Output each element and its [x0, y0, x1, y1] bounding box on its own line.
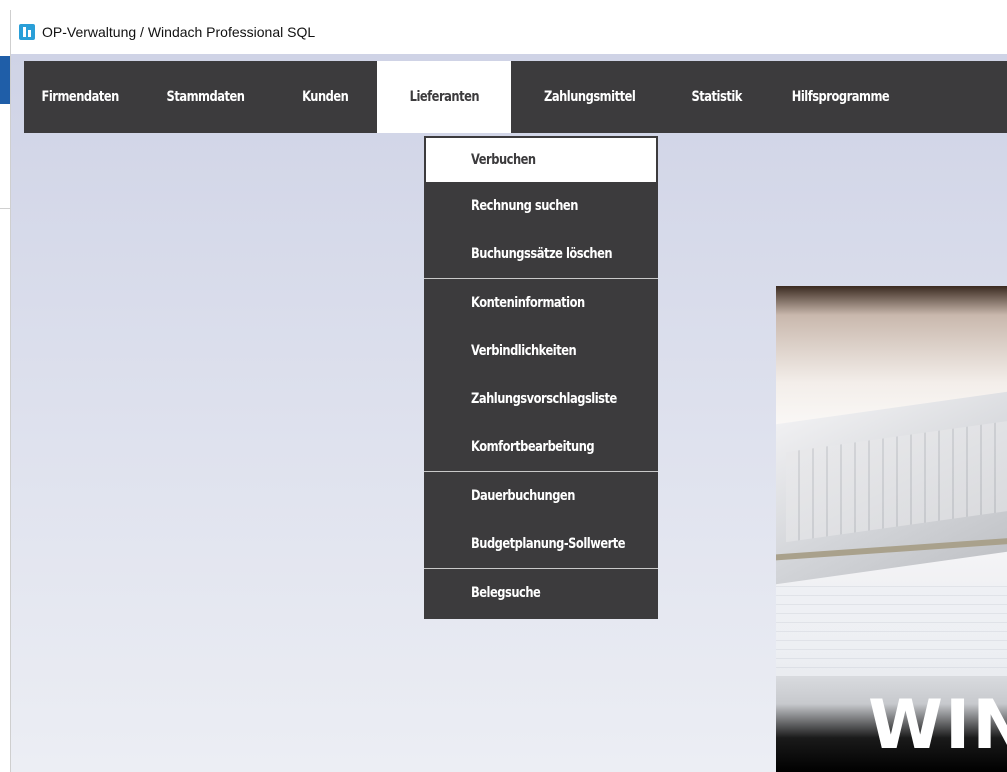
dropdown-item-rechnung-suchen[interactable]: Rechnung suchen [424, 182, 658, 230]
product-banner-image: WIN [776, 286, 1007, 772]
menu-stammdaten[interactable]: Stammdaten [137, 61, 274, 133]
app-icon [19, 24, 35, 40]
dropdown-item-buchungssaetze-loeschen[interactable]: Buchungssätze löschen [424, 230, 658, 278]
menu-zahlungsmittel[interactable]: Zahlungsmittel [511, 61, 669, 133]
background-window-divider [0, 208, 10, 209]
client-area: Firmendaten Stammdaten Kunden Lieferante… [11, 54, 1007, 772]
dropdown-item-budgetplanung-sollwerte[interactable]: Budgetplanung-Sollwerte [424, 520, 658, 568]
dropdown-item-zahlungsvorschlagsliste[interactable]: Zahlungsvorschlagsliste [424, 375, 658, 423]
background-window-edge [0, 0, 10, 772]
menu-firmendaten[interactable]: Firmendaten [24, 61, 137, 133]
title-bar: OP-Verwaltung / Windach Professional SQL [11, 10, 1007, 54]
menu-lieferanten[interactable]: Lieferanten [377, 61, 511, 133]
dropdown-item-dauerbuchungen[interactable]: Dauerbuchungen [424, 472, 658, 520]
banner-paper-graphic [776, 586, 1007, 676]
lieferanten-dropdown-menu: Verbuchen Rechnung suchen Buchungssätze … [424, 136, 658, 619]
dropdown-item-verbindlichkeiten[interactable]: Verbindlichkeiten [424, 327, 658, 375]
menu-kunden[interactable]: Kunden [274, 61, 377, 133]
app-window: OP-Verwaltung / Windach Professional SQL… [10, 10, 1007, 772]
main-menubar: Firmendaten Stammdaten Kunden Lieferante… [24, 61, 1007, 133]
dropdown-item-belegsuche[interactable]: Belegsuche [424, 569, 658, 617]
dropdown-item-konteninformation[interactable]: Konteninformation [424, 279, 658, 327]
menu-statistik[interactable]: Statistik [669, 61, 765, 133]
menu-hilfsprogramme[interactable]: Hilfsprogramme [765, 61, 915, 133]
window-title: OP-Verwaltung / Windach Professional SQL [42, 24, 316, 40]
dropdown-item-verbuchen[interactable]: Verbuchen [426, 138, 656, 182]
dropdown-item-komfortbearbeitung[interactable]: Komfortbearbeitung [424, 423, 658, 471]
background-window-accent [0, 56, 10, 104]
banner-text: WIN [868, 686, 1007, 765]
